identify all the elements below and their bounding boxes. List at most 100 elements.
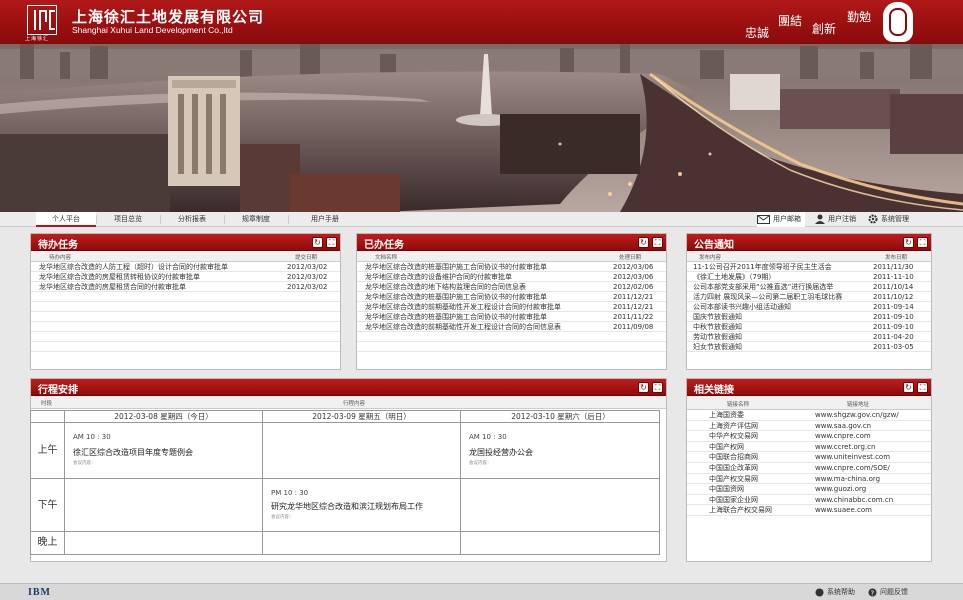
panel-title: 已办任务	[364, 240, 404, 251]
link-row[interactable]: 上海国资委 www.shgzw.gov.cn/gzw/	[687, 410, 931, 421]
table-row[interactable]: 龙华地区综合改造的桩基围护施工合同协议书的付款审批单 2011/11/22	[357, 312, 666, 322]
motto-loyalty: 忠誠	[745, 26, 770, 40]
user-logout-link[interactable]: 用户注销	[815, 212, 856, 227]
link-row[interactable]: 上海资产评估网 www.saa.gov.cn	[687, 421, 931, 432]
period-afternoon: 下午	[31, 479, 65, 532]
table-row[interactable]: 公司本部读书兴趣小组活动通知 2011-09-14	[687, 302, 931, 312]
expand-icon[interactable]: ⛶	[326, 237, 337, 248]
schedule-cell[interactable]: AM 10 : 30 徐汇区综合改造项目年度专题例会 会议内容：	[65, 423, 263, 479]
tab-user-manual[interactable]: 用户手册	[290, 212, 360, 227]
table-row[interactable]: 龙华地区综合改造的人防工程（超时）设计合同的付款审批单 2012/03/02	[31, 262, 340, 272]
system-admin-link[interactable]: 系统管理	[868, 212, 909, 227]
expand-icon[interactable]: ⛶	[917, 382, 928, 393]
table-row[interactable]: 公司本部党支部采用“公推直选”进行换届选举 2011/10/14	[687, 282, 931, 292]
link-name: 中国国资网	[709, 485, 744, 494]
task-date: 2012/03/02	[287, 273, 328, 281]
done-tasks-panel: 已办任务 ↻ ⛶ 文档名称 处理日期 龙华地区综合改造的桩基围护施工合同协议书的…	[356, 233, 667, 370]
event-title: 研究龙华地区综合改造和滨江规划布局工作	[271, 502, 423, 511]
link-url[interactable]: www.ma-china.org	[815, 474, 880, 484]
expand-icon[interactable]: ⛶	[652, 237, 663, 248]
link-name: 中国国企改革网	[709, 463, 758, 472]
table-header: 文档名称 处理日期	[357, 251, 666, 262]
gear-icon	[868, 214, 878, 224]
table-row[interactable]: 活力四射 展现风采—公司第二届职工羽毛球比赛 2011/10/12	[687, 292, 931, 302]
doc-title: 龙华地区综合改造的桩基围护施工合同协议书的付款审批单	[365, 313, 547, 321]
expand-icon[interactable]: ⛶	[652, 382, 663, 393]
empty-row	[31, 312, 340, 322]
event-time: AM 10 : 30	[469, 433, 507, 441]
link-url[interactable]: www.uniteinvest.com	[815, 452, 890, 462]
table-row[interactable]: 龙华地区综合改造的桩基围护施工合同协议书的付款审批单 2012/03/06	[357, 262, 666, 272]
table-row[interactable]: 龙华地区综合改造的前期基础性开发工程设计合同的合同信息表 2011/09/08	[357, 322, 666, 332]
table-row[interactable]: 妇女节放假通知 2011-03-05	[687, 342, 931, 352]
notice-title: 劳动节放假通知	[693, 333, 742, 341]
tab-project-overview[interactable]: 项目总览	[98, 212, 158, 227]
schedule-cell[interactable]	[65, 532, 263, 554]
link-url[interactable]: www.suaee.com	[815, 505, 872, 515]
feedback-link[interactable]: ? 问题反馈	[868, 587, 908, 597]
refresh-icon[interactable]: ↻	[638, 237, 649, 248]
schedule-cell[interactable]	[461, 532, 660, 554]
link-row[interactable]: 上海联合产权交易网 www.suaee.com	[687, 505, 931, 516]
task-date: 2012/03/02	[287, 263, 328, 271]
empty-row	[31, 302, 340, 312]
link-url[interactable]: www.guozi.org	[815, 484, 866, 494]
link-url[interactable]: www.cnpre.com	[815, 431, 871, 441]
notice-date: 2011-04-20	[873, 333, 914, 341]
period-evening: 晚上	[31, 532, 65, 554]
schedule-cell[interactable]: PM 10 : 30 研究龙华地区综合改造和滨江规划布局工作 会议内容：	[263, 479, 461, 532]
link-url[interactable]: www.saa.gov.cn	[815, 421, 871, 431]
tab-personal-platform[interactable]: 个人平台	[36, 212, 96, 227]
user-mail-link[interactable]: 用户邮箱	[757, 212, 805, 227]
schedule-cell[interactable]	[65, 479, 263, 532]
table-row[interactable]: 龙华地区综合改造的房屋租赁合同的付款审批单 2012/03/02	[31, 282, 340, 292]
link-row[interactable]: 中国国资网 www.guozi.org	[687, 484, 931, 495]
notice-title: 《徐汇土地发展》（79期）	[693, 273, 776, 281]
link-row[interactable]: 中国产权交易网 www.ma-china.org	[687, 474, 931, 485]
refresh-icon[interactable]: ↻	[638, 382, 649, 393]
link-url[interactable]: www.chinabbc.com.cn	[815, 495, 893, 505]
day-header-today: 2012-03-08 星期四（今日）	[65, 411, 263, 423]
table-row[interactable]: 龙华地区综合改造的地下结构监理合同的合同信息表 2012/02/06	[357, 282, 666, 292]
event-subtitle: 会议内容：	[469, 461, 492, 466]
link-url[interactable]: www.ccret.org.cn	[815, 442, 875, 452]
expand-icon[interactable]: ⛶	[917, 237, 928, 248]
link-row[interactable]: 中国产权网 www.ccret.org.cn	[687, 442, 931, 453]
table-row[interactable]: 龙华地区综合改造的前期基础性开发工程设计合同的付款审批单 2011/12/21	[357, 302, 666, 312]
schedule-cell[interactable]	[263, 423, 461, 479]
schedule-cell[interactable]	[263, 532, 461, 554]
ibm-logo: IBM	[28, 587, 51, 598]
help-link[interactable]: 系统帮助	[815, 587, 855, 597]
table-row[interactable]: 龙华地区综合改造的桩基围护施工合同协议书的付款审批单 2011/12/21	[357, 292, 666, 302]
link-url[interactable]: www.shgzw.gov.cn/gzw/	[815, 410, 899, 420]
schedule-cell[interactable]	[461, 479, 660, 532]
table-row[interactable]: 劳动节放假通知 2011-04-20	[687, 332, 931, 342]
tab-analysis-reports[interactable]: 分析报表	[162, 212, 222, 227]
doc-title: 龙华地区综合改造的桩基围护施工合同协议书的付款审批单	[365, 293, 547, 301]
refresh-icon[interactable]: ↻	[903, 237, 914, 248]
company-logo	[27, 5, 57, 35]
task-title: 龙华地区综合改造的房屋租赁合同的付款审批单	[39, 283, 186, 291]
link-url[interactable]: www.cnpre.com/SOE/	[815, 463, 890, 473]
nav-divider	[288, 215, 289, 224]
link-row[interactable]: 中国国企改革网 www.cnpre.com/SOE/	[687, 463, 931, 474]
schedule-cell[interactable]: AM 10 : 30 龙国投经营办公会 会议内容：	[461, 423, 660, 479]
link-row[interactable]: 中国国家企业网 www.chinabbc.com.cn	[687, 495, 931, 506]
user-logout-label: 用户注销	[828, 215, 856, 223]
table-row[interactable]: 《徐汇土地发展》（79期） 2011-11-10	[687, 272, 931, 282]
link-row[interactable]: 中华产权交易网 www.cnpre.com	[687, 431, 931, 442]
table-row[interactable]: 龙华地区综合改造的房屋租赁转租协议的付款审批单 2012/03/02	[31, 272, 340, 282]
notice-date: 2011/10/14	[873, 283, 914, 291]
panel-header: 已办任务 ↻ ⛶	[357, 234, 666, 251]
table-header: 链接名称 链接地址	[687, 396, 931, 410]
table-row[interactable]: 中秋节放假通知 2011-09-10	[687, 322, 931, 332]
table-row[interactable]: 国庆节放假通知 2011-09-10	[687, 312, 931, 322]
refresh-icon[interactable]: ↻	[903, 382, 914, 393]
table-row[interactable]: 11-1公司召开2011年度领导班子民主生活会 2011/11/30	[687, 262, 931, 272]
tab-regulations[interactable]: 规章制度	[226, 212, 286, 227]
link-row[interactable]: 中国联合招商网 www.uniteinvest.com	[687, 452, 931, 463]
notice-title: 妇女节放假通知	[693, 343, 742, 351]
refresh-icon[interactable]: ↻	[312, 237, 323, 248]
table-row[interactable]: 龙华地区综合改造的设备维护合同的付款审批单 2012/03/06	[357, 272, 666, 282]
doc-title: 龙华地区综合改造的桩基围护施工合同协议书的付款审批单	[365, 263, 547, 271]
